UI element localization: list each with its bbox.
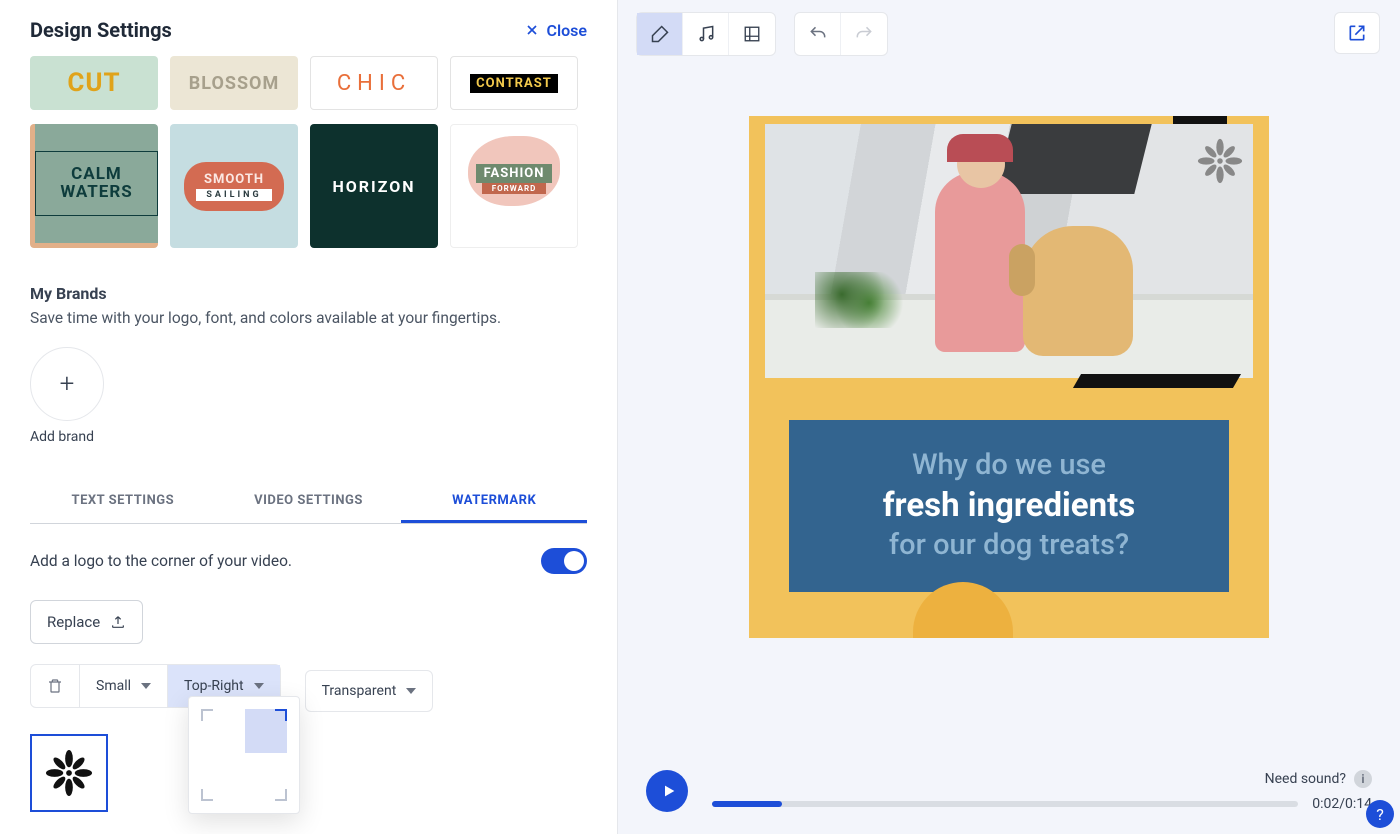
canvas-watermark [1197,138,1243,184]
position-bottom-left[interactable] [201,789,213,801]
need-sound-label[interactable]: Need sound? [1265,771,1346,787]
timeline-scrubber[interactable] [712,801,1298,807]
decor-bar [1073,374,1241,388]
add-brand-button[interactable]: + [30,347,104,421]
size-dropdown[interactable]: Small [80,665,168,707]
position-grid [201,709,287,801]
help-button[interactable]: ? [1366,800,1394,828]
design-settings-panel: Design Settings Close CUT BLOSSOM CHIC C… [0,0,618,834]
time-display: 0:02/0:14 [1312,796,1372,812]
watermark-desc: Add a logo to the corner of your video. [30,552,292,570]
close-label: Close [546,21,587,40]
watermark-toggle[interactable] [541,548,587,574]
opacity-label: Transparent [322,683,397,699]
opacity-dropdown[interactable]: Transparent [305,670,434,712]
theme-calm-waters[interactable]: CALM WATERS [30,124,158,248]
export-icon [1347,23,1367,43]
undo-icon [808,24,828,44]
redo-icon [854,24,874,44]
delete-watermark-button[interactable] [31,665,80,707]
panel-title: Design Settings [30,18,172,42]
design-tool-button[interactable] [637,13,683,55]
my-brands-desc: Save time with your logo, font, and colo… [30,309,587,327]
preview-caption: Why do we use fresh ingredients for our … [789,420,1229,592]
caption-line-1: Why do we use [912,447,1106,485]
music-icon [696,24,716,44]
info-icon[interactable]: i [1354,770,1372,788]
player-bar: Need sound? i 0:02/0:14 [618,770,1400,812]
preview-toolbar [618,0,1400,68]
preview-photo [765,124,1253,378]
chevron-down-icon [406,688,416,694]
position-bottom-right[interactable] [275,789,287,801]
close-button[interactable]: Close [524,21,587,40]
preview-panel: Why do we use fresh ingredients for our … [618,0,1400,834]
redo-button[interactable] [841,13,887,55]
position-top-right[interactable] [275,709,287,721]
theme-blossom[interactable]: BLOSSOM [170,56,298,110]
add-brand-label: Add brand [30,429,587,445]
position-top-left[interactable] [201,709,213,721]
audio-tool-button[interactable] [683,13,729,55]
replace-label: Replace [47,613,100,631]
theme-cut[interactable]: CUT [30,56,158,110]
aspect-tool-button[interactable] [729,13,775,55]
tab-video-settings[interactable]: VIDEO SETTINGS [216,481,402,523]
panel-header: Design Settings Close [0,0,617,56]
trash-icon [47,677,63,695]
settings-tabs: TEXT SETTINGS VIDEO SETTINGS WATERMARK [30,481,587,524]
theme-smooth-sailing[interactable]: SMOOTHSAILING [170,124,298,248]
canvas-area: Why do we use fresh ingredients for our … [618,68,1400,834]
caption-line-3: for our dog treats? [889,527,1129,565]
my-brands-title: My Brands [30,284,587,303]
close-icon [524,22,540,38]
flower-icon [45,749,93,797]
size-label: Small [96,678,131,694]
plus-icon: + [60,369,75,399]
replace-button[interactable]: Replace [30,600,143,644]
export-button[interactable] [1334,12,1380,54]
video-canvas[interactable]: Why do we use fresh ingredients for our … [749,116,1269,638]
aspect-icon [743,25,761,43]
play-icon [661,782,677,800]
caption-line-2: fresh ingredients [883,485,1135,528]
chevron-down-icon [141,683,151,689]
undo-button[interactable] [795,13,841,55]
theme-horizon[interactable]: HORIZON [310,124,438,248]
chevron-down-icon [254,683,264,689]
theme-chic[interactable]: CHIC [310,56,438,110]
theme-contrast[interactable]: CONTRAST [450,56,578,110]
watermark-logo-preview[interactable] [30,734,108,812]
theme-fashion-forward[interactable]: FASHIONFORWARD [450,124,578,248]
play-button[interactable] [646,770,688,812]
flower-icon [1197,137,1243,185]
timeline-progress [712,801,782,807]
tab-text-settings[interactable]: TEXT SETTINGS [30,481,216,523]
upload-icon [110,614,126,630]
position-label: Top-Right [184,678,244,694]
pen-icon [650,24,670,44]
position-popover[interactable] [188,696,300,814]
tab-watermark[interactable]: WATERMARK [401,481,587,523]
